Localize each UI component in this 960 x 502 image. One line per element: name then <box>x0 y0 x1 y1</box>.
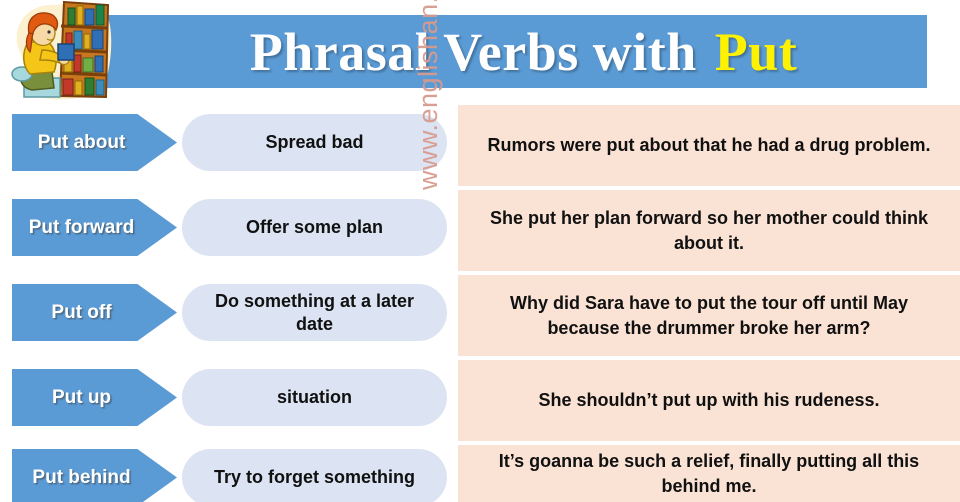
entry-row: Put about Spread bad Rumors were put abo… <box>0 105 960 188</box>
meaning-label: Offer some plan <box>245 217 384 237</box>
entry-row: Put up situation She shouldn’t put up wi… <box>0 360 960 443</box>
phrase-arrow[interactable]: Put behind <box>12 449 177 502</box>
meaning-pill[interactable]: situation <box>182 369 447 426</box>
entry-row: Put off Do something at a later date Why… <box>0 275 960 358</box>
example-block[interactable]: Rumors were put about that he had a drug… <box>458 105 960 186</box>
example-block[interactable]: She shouldn’t put up with his rudeness. <box>458 360 960 441</box>
meaning-pill[interactable]: Spread bad <box>182 114 447 171</box>
meaning-pill[interactable]: Do something at a later date <box>182 284 447 341</box>
phrase-label: Put off <box>51 301 112 323</box>
bookshelf-illustration-icon <box>2 0 120 103</box>
example-block[interactable]: She put her plan forward so her mother c… <box>458 190 960 271</box>
phrase-label: Put behind <box>32 466 131 488</box>
meaning-label: Do something at a later date <box>214 290 415 334</box>
phrase-arrow[interactable]: Put off <box>12 284 177 341</box>
example-sentence: Why did Sara have to put the tour off un… <box>509 292 908 338</box>
example-sentence: She put her plan forward so her mother c… <box>489 207 929 253</box>
meaning-label: Spread bad <box>265 132 364 152</box>
phrase-label: Put up <box>51 386 112 408</box>
meaning-label: Try to forget something <box>213 467 415 487</box>
phrase-label: Put forward <box>28 216 135 238</box>
example-block[interactable]: It’s goanna be such a relief, finally pu… <box>458 445 960 502</box>
meaning-pill[interactable]: Try to forget something <box>182 449 447 502</box>
phrase-arrow[interactable]: Put forward <box>12 199 177 256</box>
example-sentence: Rumors were put about that he had a drug… <box>487 135 931 155</box>
page-title-main: Phrasal Verbs with <box>249 21 697 82</box>
phrase-arrow[interactable]: Put up <box>12 369 177 426</box>
phrase-label: Put about <box>37 131 126 153</box>
page-title-keyword: Put <box>714 21 798 82</box>
entry-row: Put forward Offer some plan She put her … <box>0 190 960 273</box>
infographic-root: Phrasal Verbs with Put Put about Spread … <box>0 0 960 502</box>
example-sentence: She shouldn’t put up with his rudeness. <box>538 390 880 410</box>
page-title: Phrasal Verbs with Put <box>120 14 927 89</box>
meaning-pill[interactable]: Offer some plan <box>182 199 447 256</box>
meaning-label: situation <box>277 387 352 407</box>
phrase-arrow[interactable]: Put about <box>12 114 177 171</box>
example-sentence: It’s goanna be such a relief, finally pu… <box>498 450 920 496</box>
example-block[interactable]: Why did Sara have to put the tour off un… <box>458 275 960 356</box>
entry-row: Put behind Try to forget something It’s … <box>0 445 960 502</box>
